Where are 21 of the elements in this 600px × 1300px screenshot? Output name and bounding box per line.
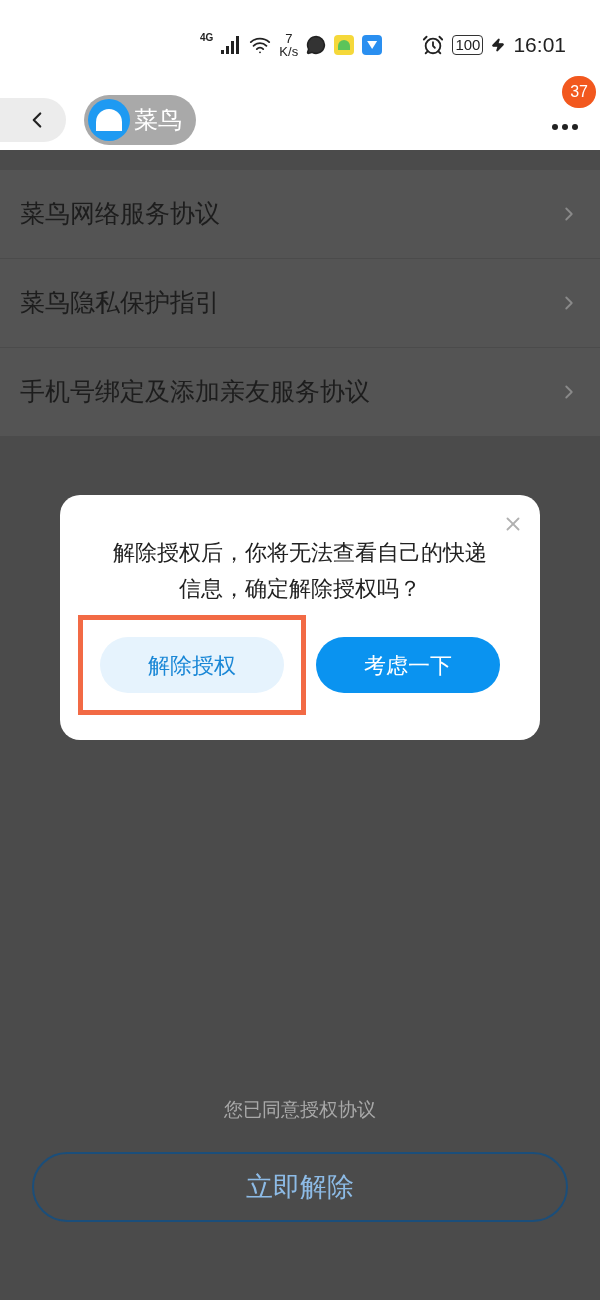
- speed-value: 7: [285, 32, 293, 45]
- network-type: 4G: [200, 31, 214, 45]
- charging-icon: [491, 38, 506, 52]
- back-button[interactable]: [0, 98, 66, 142]
- revoke-button[interactable]: 立即解除: [32, 1152, 568, 1222]
- battery-indicator: 100: [452, 34, 484, 56]
- confirm-revoke-button[interactable]: 解除授权: [100, 637, 284, 693]
- app-logo-icon: [88, 99, 130, 141]
- app-name: 菜鸟: [134, 105, 182, 135]
- clock-time: 16:01: [513, 32, 566, 59]
- alarm-icon: [422, 34, 445, 56]
- app-notification-icon: [362, 35, 383, 55]
- chat-icon: [306, 35, 327, 55]
- signal-icon: [221, 36, 242, 54]
- more-button[interactable]: [552, 124, 578, 130]
- consent-note: 您已同意授权协议: [223, 1097, 377, 1122]
- app-notification-icon: [334, 35, 355, 55]
- consider-button[interactable]: 考虑一下: [316, 637, 500, 693]
- dialog-message: 解除授权后，你将无法查看自己的快递信息，确定解除授权吗？: [112, 539, 488, 603]
- speed-unit: K/s: [279, 45, 299, 58]
- notification-badge: 37: [562, 76, 596, 108]
